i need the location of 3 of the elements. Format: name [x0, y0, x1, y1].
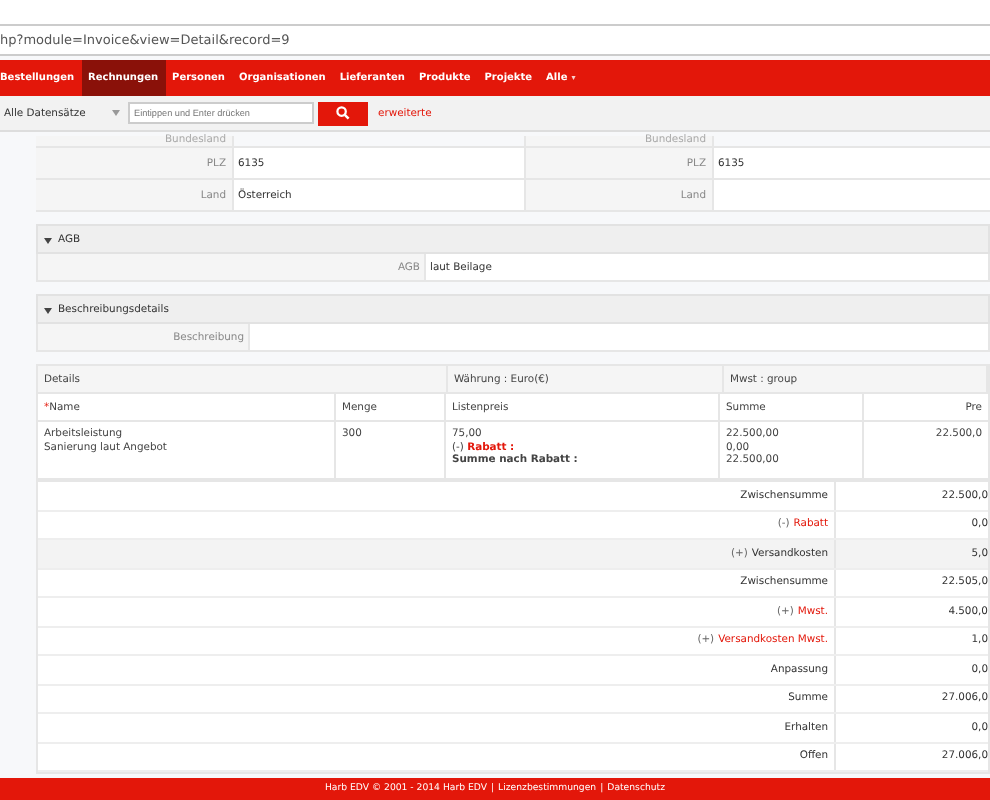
search-icon [336, 106, 350, 120]
search-button[interactable] [318, 101, 368, 125]
caret-icon [112, 110, 120, 116]
